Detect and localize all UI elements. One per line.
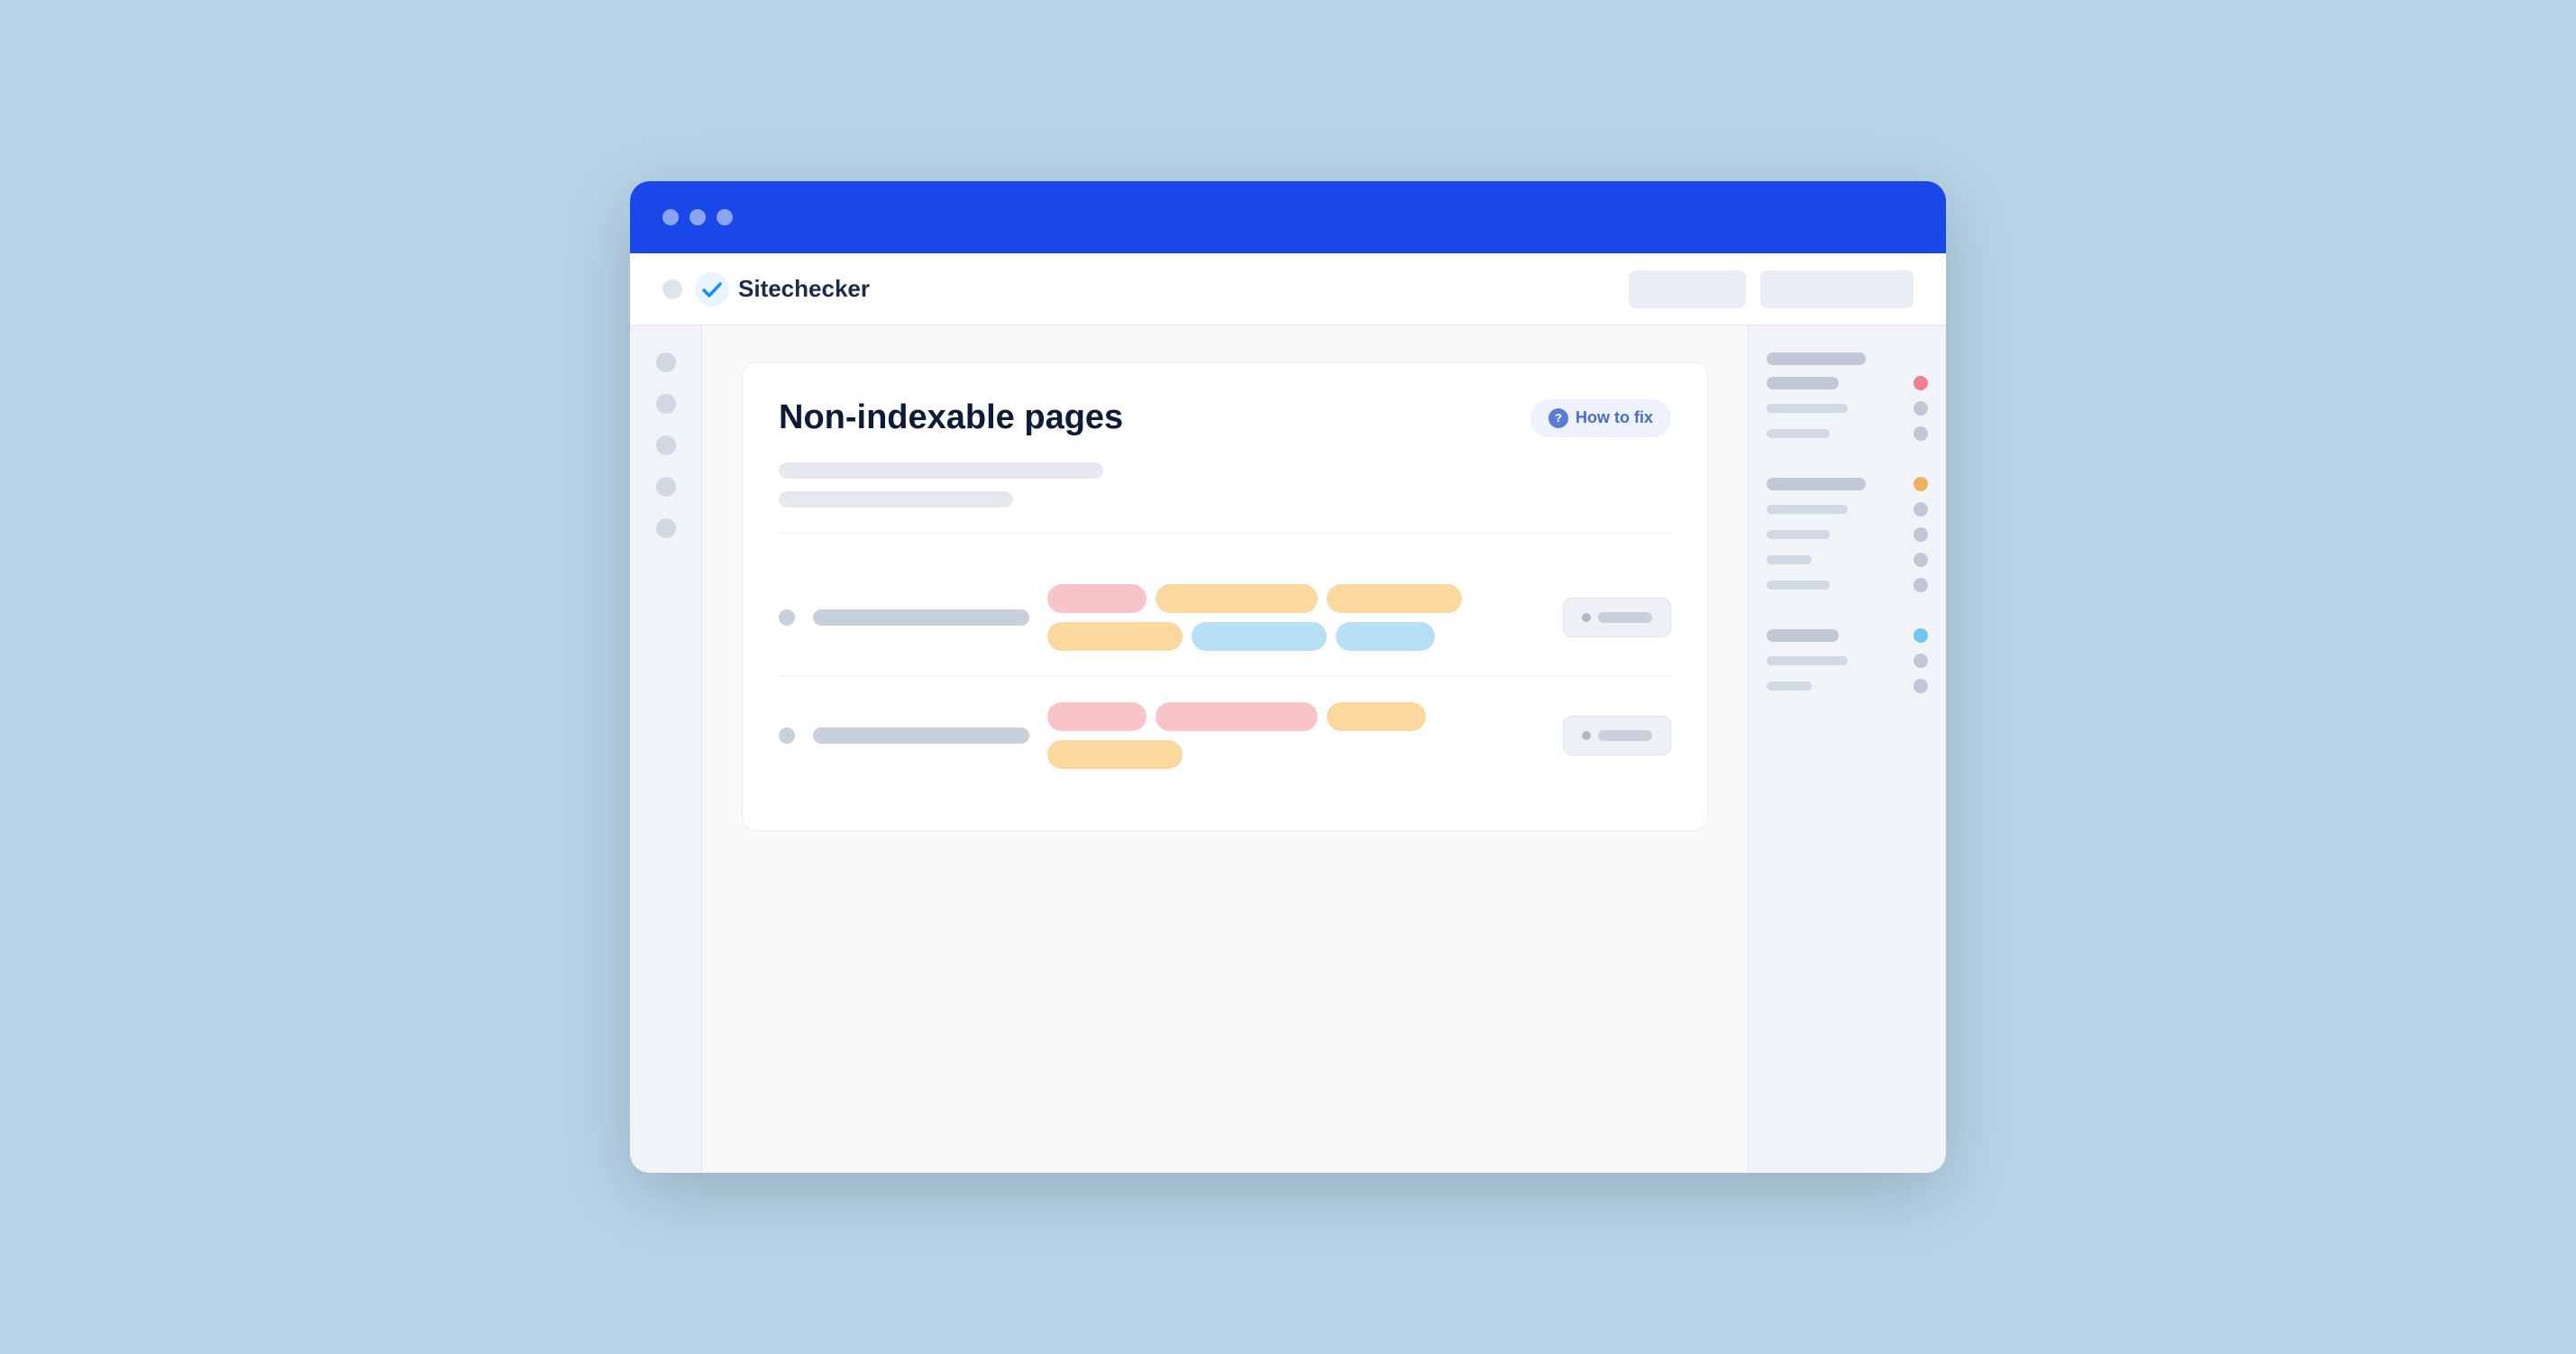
row-action-button-2[interactable] xyxy=(1563,716,1671,755)
action-dot-2 xyxy=(1582,731,1591,740)
right-panel xyxy=(1748,325,1946,1173)
rp-row xyxy=(1767,628,1928,643)
rp-small-bar xyxy=(1767,505,1848,514)
rp-bar xyxy=(1767,352,1866,365)
logo: Sitechecker xyxy=(695,272,870,306)
action-bar-2 xyxy=(1598,730,1652,741)
rp-bar xyxy=(1767,478,1866,490)
rp-section-3 xyxy=(1767,628,1928,704)
content-panel: Non-indexable pages ? How to fix xyxy=(702,325,1748,1173)
dot-minimize[interactable] xyxy=(690,209,706,225)
rp-small-bar xyxy=(1767,429,1830,438)
rp-small-bar xyxy=(1767,656,1848,665)
rp-row xyxy=(1767,376,1928,390)
action-bar xyxy=(1598,612,1652,623)
rp-row xyxy=(1767,553,1928,567)
rp-status-dot-orange xyxy=(1914,477,1928,491)
sidebar xyxy=(630,325,702,1173)
placeholder-bar-1 xyxy=(779,462,1103,479)
rp-status-dot-gray xyxy=(1914,578,1928,592)
logo-text: Sitechecker xyxy=(738,275,870,303)
nav-left: Sitechecker xyxy=(662,272,870,306)
rp-section-2 xyxy=(1767,477,1928,603)
sidebar-item-2[interactable] xyxy=(656,394,676,414)
rp-status-dot-gray xyxy=(1914,401,1928,416)
tag-orange-md-2 xyxy=(1047,622,1183,651)
rp-status-dot-gray xyxy=(1914,502,1928,517)
row-tags xyxy=(1047,584,1545,651)
card-title: Non-indexable pages xyxy=(779,398,1123,437)
main-card: Non-indexable pages ? How to fix xyxy=(742,361,1708,831)
row-url-bar xyxy=(813,727,1029,744)
main-content: Non-indexable pages ? How to fix xyxy=(630,325,1946,1173)
rp-small-bar xyxy=(1767,555,1812,564)
how-to-fix-button[interactable]: ? How to fix xyxy=(1530,399,1671,437)
rp-small-bar xyxy=(1767,682,1812,691)
window-controls xyxy=(662,209,733,225)
rp-row xyxy=(1767,578,1928,592)
logo-icon xyxy=(695,272,729,306)
tag-blue-md xyxy=(1192,622,1327,651)
row-bullet-icon xyxy=(779,609,795,626)
row-url-bar xyxy=(813,609,1029,626)
rp-row xyxy=(1767,679,1928,693)
tag-orange-lg xyxy=(1156,584,1318,613)
action-dot xyxy=(1582,613,1591,622)
row-bullet-icon xyxy=(779,727,795,744)
how-to-fix-label: How to fix xyxy=(1576,408,1653,427)
dot-close[interactable] xyxy=(662,209,679,225)
sidebar-item-5[interactable] xyxy=(656,518,676,538)
rp-status-dot-gray xyxy=(1914,426,1928,441)
row-tags xyxy=(1047,702,1545,769)
nav-right xyxy=(1629,270,1914,308)
rp-row xyxy=(1767,477,1928,491)
rp-bar xyxy=(1767,377,1839,389)
tag-pink-lg xyxy=(1156,702,1318,731)
rp-small-bar xyxy=(1767,530,1830,539)
rp-section-1 xyxy=(1767,352,1928,452)
rp-status-dot-gray xyxy=(1914,679,1928,693)
nav-back-button[interactable] xyxy=(662,279,682,299)
rp-small-bar xyxy=(1767,581,1830,590)
divider-1 xyxy=(779,533,1671,534)
card-header: Non-indexable pages ? How to fix xyxy=(779,398,1671,437)
rp-status-dot-gray xyxy=(1914,527,1928,542)
tag-orange-md-3 xyxy=(1047,740,1183,769)
rp-bar xyxy=(1767,629,1839,642)
tag-blue-sm xyxy=(1336,622,1435,651)
rp-status-dot-red xyxy=(1914,376,1928,390)
browser-window: Sitechecker Non-indexable pages xyxy=(630,181,1946,1173)
nav-button-2[interactable] xyxy=(1760,270,1914,308)
row-action-button-1[interactable] xyxy=(1563,598,1671,637)
rp-status-dot-blue xyxy=(1914,628,1928,643)
nav-bar: Sitechecker xyxy=(630,253,1946,325)
sidebar-item-3[interactable] xyxy=(656,435,676,455)
dot-maximize[interactable] xyxy=(717,209,733,225)
tag-pink-sm xyxy=(1047,584,1146,613)
table-row xyxy=(779,559,1671,677)
rp-row xyxy=(1767,527,1928,542)
tag-orange-md-1 xyxy=(1327,584,1462,613)
placeholder-bar-2 xyxy=(779,491,1013,508)
rp-row xyxy=(1767,352,1928,365)
rp-row xyxy=(1767,401,1928,416)
rp-row xyxy=(1767,502,1928,517)
nav-button-1[interactable] xyxy=(1629,270,1746,308)
table-row xyxy=(779,677,1671,794)
how-to-fix-icon: ? xyxy=(1548,408,1568,428)
sidebar-item-4[interactable] xyxy=(656,477,676,497)
rp-status-dot-gray xyxy=(1914,553,1928,567)
rp-status-dot-gray xyxy=(1914,654,1928,668)
sidebar-item-1[interactable] xyxy=(656,352,676,372)
rp-small-bar xyxy=(1767,404,1848,413)
tag-pink-sm-2 xyxy=(1047,702,1146,731)
title-bar xyxy=(630,181,1946,253)
rp-row xyxy=(1767,426,1928,441)
rp-row xyxy=(1767,654,1928,668)
tag-orange-sm xyxy=(1327,702,1426,731)
